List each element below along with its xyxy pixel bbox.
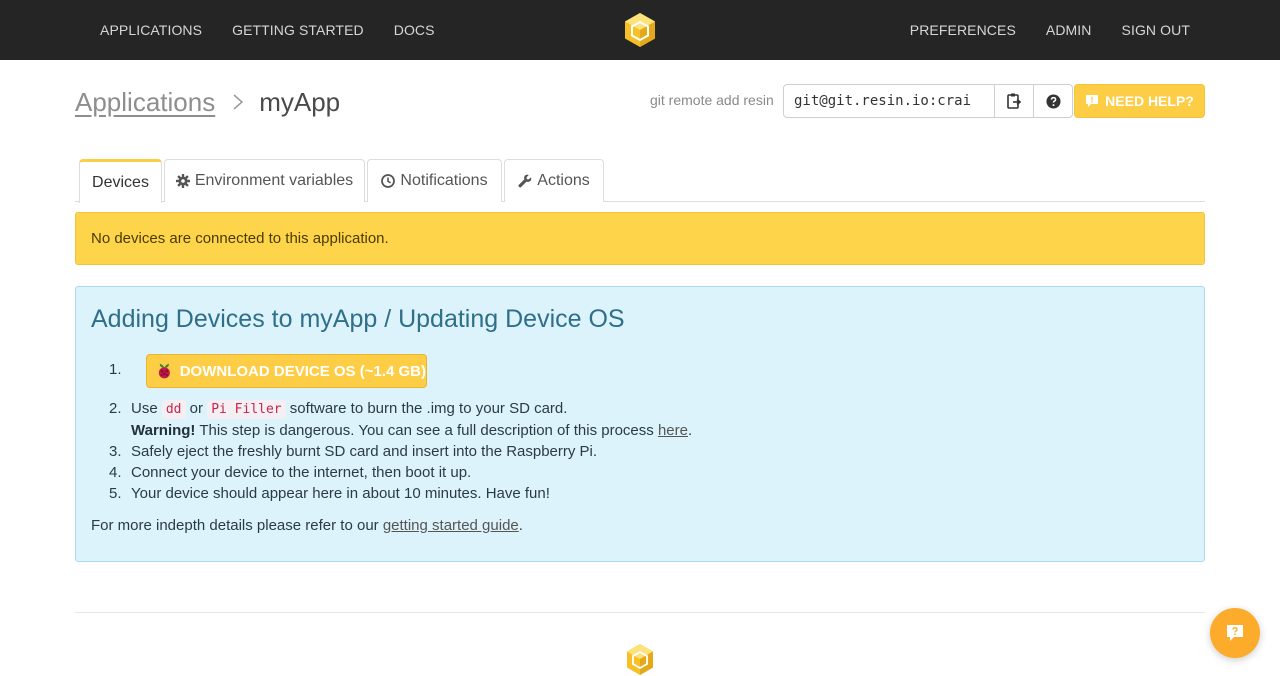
nav-admin-link[interactable]: ADMIN (1046, 22, 1092, 38)
step-5-text: Your device should appear here in about … (131, 485, 550, 502)
wrench-icon (518, 174, 532, 188)
warning-body: This step is dangerous. You can see a fu… (195, 422, 658, 439)
step-2-post: software to burn the .img to your SD car… (285, 400, 568, 417)
nav-left-group: APPLICATIONS GETTING STARTED DOCS (100, 0, 435, 60)
need-help-label: NEED HELP? (1105, 93, 1194, 109)
add-devices-panel: Adding Devices to myApp / Updating Devic… (75, 286, 1205, 562)
note-pre: For more indepth details please refer to… (91, 517, 383, 534)
need-help-button[interactable]: NEED HELP? (1074, 84, 1205, 118)
panel-title: Adding Devices to myApp / Updating Devic… (91, 305, 625, 333)
question-circle-icon (1045, 93, 1061, 109)
warning-end: . (687, 422, 693, 439)
tab-actions-label: Actions (537, 172, 590, 189)
download-label: DOWNLOAD DEVICE OS (~1.4 GB) (179, 362, 426, 380)
step-2-pre: Use (131, 400, 162, 417)
support-chat-button[interactable] (1210, 608, 1260, 658)
help-question-button[interactable] (1033, 84, 1073, 118)
nav-applications-link[interactable]: APPLICATIONS (100, 22, 202, 38)
getting-started-note: For more indepth details please refer to… (91, 517, 523, 534)
copy-button[interactable] (994, 84, 1034, 118)
chat-bubble-icon (1086, 95, 1099, 107)
nav-sign-out-link[interactable]: SIGN OUT (1122, 22, 1190, 38)
resin-footer-logo-icon (627, 644, 653, 675)
step-2-text: Use dd or Pi Filler software to burn the… (131, 400, 568, 419)
clipboard-icon (1007, 93, 1021, 109)
nav-right-group: PREFERENCES ADMIN SIGN OUT (910, 0, 1190, 60)
pi-filler-code: Pi Filler (207, 400, 286, 419)
step-number: 4. (109, 464, 122, 481)
git-remote-field[interactable] (783, 84, 995, 118)
git-remote-label: git remote add resin (650, 92, 774, 108)
gear-icon (175, 174, 190, 188)
page-title: myApp (259, 86, 341, 117)
step-2-mid: or (185, 400, 208, 417)
resin-logo-icon[interactable] (623, 12, 657, 48)
dd-code: dd (161, 400, 186, 419)
breadcrumb-applications-link[interactable]: Applications (75, 87, 215, 118)
nav-getting-started-link[interactable]: GETTING STARTED (232, 22, 364, 38)
footer-divider (75, 612, 1205, 613)
no-devices-alert: No devices are connected to this applica… (75, 212, 1205, 265)
step-number: 1. (109, 361, 122, 378)
chat-bubble-icon (1227, 625, 1243, 641)
nav-docs-link[interactable]: DOCS (394, 22, 435, 38)
step-number: 3. (109, 443, 122, 460)
warning-label: Warning! (131, 422, 196, 439)
tab-environment-variables[interactable]: Environment variables (164, 159, 365, 202)
top-navbar: APPLICATIONS GETTING STARTED DOCS PREFER… (0, 0, 1280, 60)
step-4-text: Connect your device to the internet, the… (131, 464, 472, 481)
raspberry-pi-icon (158, 363, 170, 379)
tab-notifications[interactable]: Notifications (367, 159, 502, 202)
alert-text: No devices are connected to this applica… (91, 230, 389, 247)
tab-environment-variables-label: Environment variables (194, 172, 354, 189)
tab-actions[interactable]: Actions (504, 159, 604, 202)
tab-notifications-label: Notifications (400, 172, 488, 189)
step-3-text: Safely eject the freshly burnt SD card a… (131, 443, 598, 460)
getting-started-guide-link[interactable]: getting started guide (383, 517, 519, 534)
breadcrumb: Applications myApp (75, 84, 340, 120)
step-number: 2. (109, 400, 122, 417)
warning-text: Warning! This step is dangerous. You can… (131, 422, 692, 439)
tab-devices[interactable]: Devices (79, 159, 162, 203)
tab-devices-label: Devices (92, 173, 149, 191)
nav-preferences-link[interactable]: PREFERENCES (910, 22, 1016, 38)
here-link[interactable]: here (658, 422, 688, 439)
chevron-right-icon (233, 94, 244, 110)
clock-icon (381, 174, 396, 188)
download-device-os-button[interactable]: DOWNLOAD DEVICE OS (~1.4 GB) (146, 354, 427, 388)
note-end: . (518, 517, 523, 534)
step-number: 5. (109, 485, 122, 502)
